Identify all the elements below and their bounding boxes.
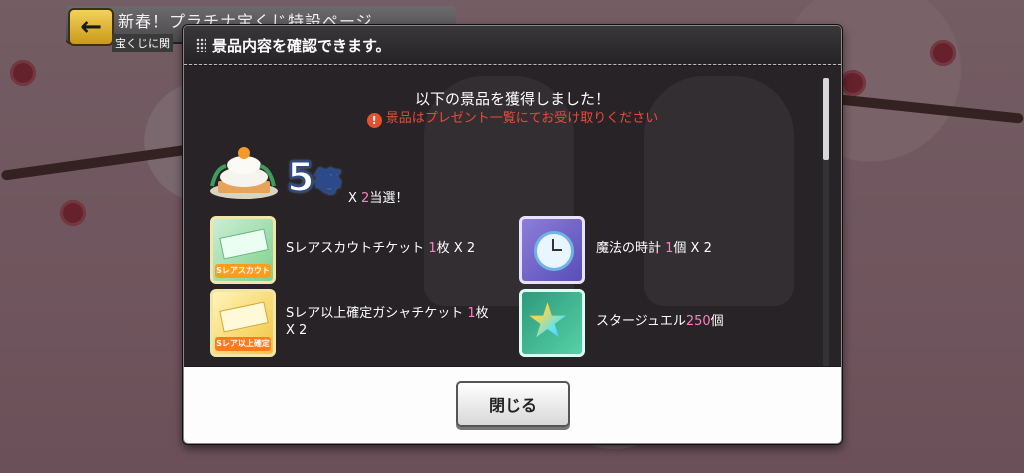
ticket-tag: Sレアスカウト [215,264,271,278]
magic-clock-icon [519,216,585,284]
item-name: Sレア以上確定ガシャチケット [286,306,468,321]
acquired-message: 以下の景品を獲得しました！ [414,90,610,108]
notice-text: 景品はプレゼント一覧にてお受け取りください [385,111,659,126]
item-qty: 1 [428,241,437,256]
close-button[interactable]: 閉じる [456,381,570,427]
item-qty-suffix: 枚 X 2 [436,241,476,256]
rank-number: 5 [286,154,316,202]
notice-message: ! 景品はプレゼント一覧にてお受け取りください [184,107,841,128]
rank-suffix: 等 [314,167,342,199]
star-gem-glyph: ★ [526,293,570,349]
back-button[interactable]: ← [68,8,114,46]
dialog-footer: 閉じる [184,367,841,443]
dialog-title: 景品内容を確認できます。 [212,37,391,55]
win-count: X 2当選！ [348,187,408,206]
prize-rank-badge: 5等 [286,153,345,203]
item-label: 魔法の時計 1個 X 2 [596,240,712,257]
warning-icon: ! [366,113,382,128]
item-label: Sレアスカウトチケット 1枚 X 2 [286,240,475,257]
back-arrow-icon: ← [80,12,102,42]
item-label: スタージュエル250個 [596,313,724,330]
ticket-strip [219,301,269,333]
dialog-header: 景品内容を確認できます。 [184,26,841,65]
item-qty: 250 [685,314,711,329]
star-jewel-icon: ★ [519,289,585,357]
clock-face [534,231,574,271]
ticket-tag: Sレア以上確定 [215,337,271,351]
item-name: スタージュエル [596,314,686,329]
prize-dialog: 景品内容を確認できます。 以下の景品を獲得しました！ ! 景品はプレゼント一覧にて… [183,25,842,444]
scout-ticket-icon: Sレアスカウト [210,216,276,284]
gacha-ticket-icon: Sレア以上確定 [210,289,276,357]
item-qty-suffix: 個 [710,314,724,329]
item-qty: 1 [467,306,476,321]
grip-icon [196,38,206,52]
page-subtitle: 宝くじに関 [112,34,173,52]
win-count-prefix: X [348,191,362,206]
item-qty-suffix: 個 X 2 [673,241,712,256]
item-name: Sレアスカウトチケット [286,241,429,256]
win-count-suffix: 当選！ [369,191,409,206]
ticket-strip [219,228,269,260]
item-name: 魔法の時計 [596,241,666,256]
item-label: Sレア以上確定ガシャチケット 1枚 X 2 [286,305,491,339]
kagami-mochi-icon [210,147,278,199]
